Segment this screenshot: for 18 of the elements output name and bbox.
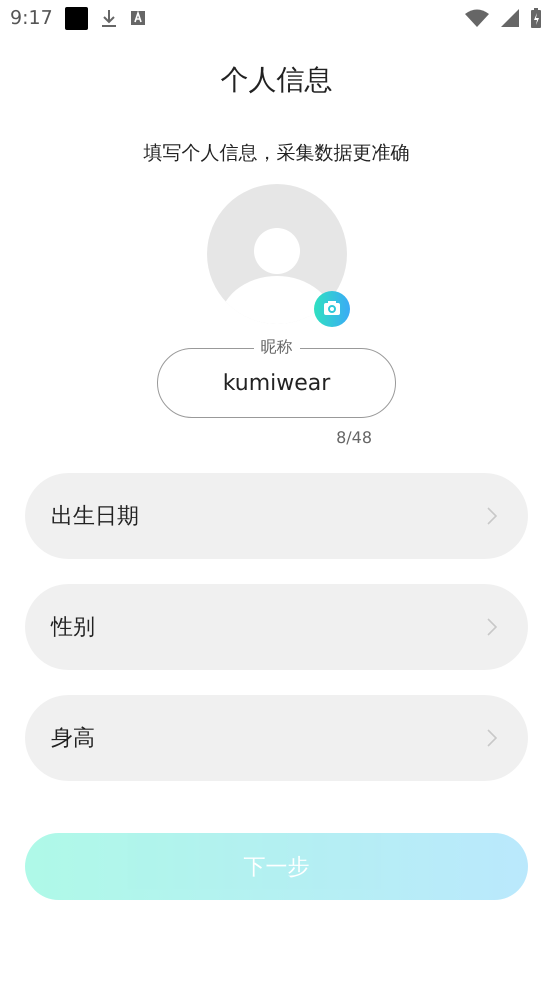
list-row[interactable]: 性别	[25, 584, 528, 670]
download-icon	[100, 8, 118, 28]
status-time: 9:17	[10, 7, 53, 29]
chevron-icon	[486, 506, 498, 526]
notification-icon	[64, 6, 88, 30]
signal-icon	[501, 9, 519, 27]
page-title: 个人信息	[220, 62, 334, 98]
avatar-icon	[206, 184, 346, 324]
list-row[interactable]: 出生日期	[25, 473, 528, 559]
chevron-icon	[486, 728, 498, 748]
battery-icon	[531, 8, 541, 28]
camera-icon[interactable]	[314, 291, 350, 327]
character-counter: 8/48	[336, 428, 372, 447]
app-icon	[130, 10, 146, 26]
chevron-icon	[486, 617, 498, 637]
subtitle: 填写个人信息，采集数据更准确	[142, 141, 410, 166]
list-row[interactable]: 身高	[25, 695, 528, 781]
wifi-icon	[465, 9, 489, 27]
